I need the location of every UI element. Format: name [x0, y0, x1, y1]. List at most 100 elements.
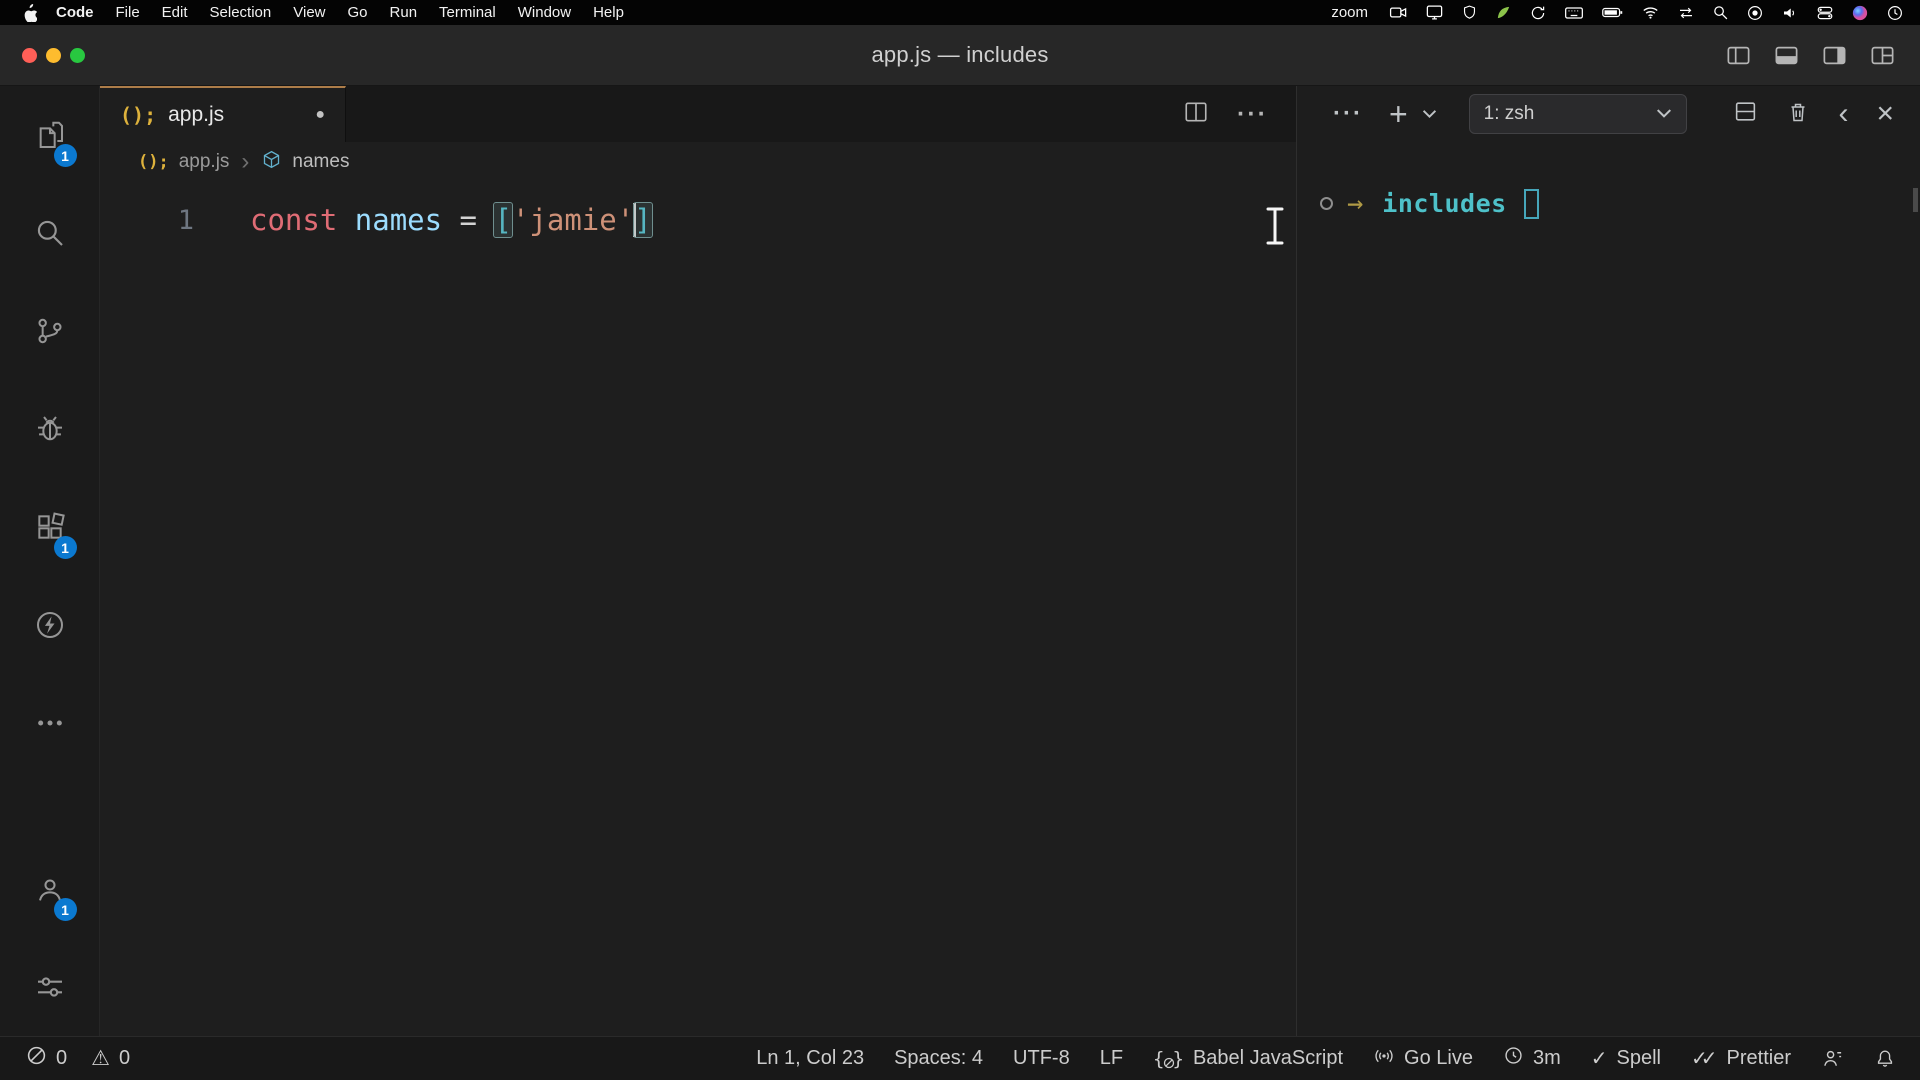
run-and-debug-icon[interactable]	[0, 380, 100, 478]
errors-status[interactable]: 0	[26, 1045, 67, 1072]
timer-status[interactable]: 3m	[1503, 1045, 1561, 1072]
code-token: ]	[634, 203, 651, 237]
breadcrumb-symbol[interactable]: names	[292, 151, 349, 173]
battery-icon[interactable]	[1601, 1, 1624, 24]
braces-icon: {}	[1153, 1048, 1184, 1070]
chevron-down-icon	[1656, 103, 1672, 125]
indentation-status[interactable]: Spaces: 4	[894, 1047, 983, 1070]
warnings-status[interactable]: ⚠ 0	[91, 1046, 130, 1071]
more-actions-icon[interactable]: ···	[1237, 100, 1268, 129]
breadcrumb-file-icon: ();	[138, 152, 169, 172]
new-terminal-dropdown-icon[interactable]	[1422, 109, 1437, 119]
menubar-status-area: zoom	[1331, 1, 1904, 24]
close-panel-icon[interactable]: ×	[1876, 99, 1894, 129]
modified-dot-icon[interactable]: ●	[315, 106, 325, 124]
toggle-primary-sidebar-icon[interactable]	[1725, 42, 1752, 69]
spotlight-icon[interactable]	[1712, 4, 1729, 21]
menu-selection[interactable]: Selection	[199, 4, 283, 21]
terminal-scrollbar[interactable]	[1913, 188, 1918, 212]
wifi-icon[interactable]	[1641, 3, 1660, 22]
breadcrumb-file[interactable]: app.js	[179, 151, 230, 173]
terminal-tabs-menu-icon[interactable]: ···	[1333, 100, 1363, 128]
line-number: 1	[100, 205, 210, 236]
go-live-label: Go Live	[1404, 1047, 1473, 1070]
error-circle-slash-icon	[26, 1045, 47, 1072]
new-terminal-icon[interactable]: +	[1389, 98, 1408, 130]
volume-icon[interactable]	[1781, 4, 1799, 22]
prompt-arrow-icon: →	[1347, 188, 1363, 219]
split-terminal-icon[interactable]	[1733, 99, 1758, 129]
menu-terminal[interactable]: Terminal	[428, 4, 507, 21]
cursor-position-status[interactable]: Ln 1, Col 23	[756, 1047, 864, 1070]
keyboard-icon[interactable]	[1564, 3, 1584, 23]
explorer-icon[interactable]: 1	[0, 86, 100, 184]
display-icon[interactable]	[1425, 3, 1444, 22]
breadcrumb-separator-icon: ›	[239, 150, 251, 174]
spell-status[interactable]: ✓ Spell	[1591, 1046, 1661, 1071]
apple-menu-icon[interactable]	[22, 4, 37, 22]
menu-window[interactable]: Window	[507, 4, 582, 21]
zoom-app-label[interactable]: zoom	[1331, 4, 1368, 21]
code-editor[interactable]: 1 const names = ['jamie']	[100, 182, 1296, 1036]
siri-icon[interactable]	[1851, 4, 1869, 22]
prettier-status[interactable]: ✓✓ Prettier	[1691, 1046, 1791, 1071]
minimize-window-button[interactable]	[46, 48, 61, 63]
go-live-status[interactable]: Go Live	[1373, 1045, 1473, 1073]
toggle-panel-icon[interactable]	[1773, 42, 1800, 69]
shield-icon[interactable]	[1461, 4, 1478, 21]
menu-code[interactable]: Code	[45, 4, 105, 21]
menu-go[interactable]: Go	[337, 4, 379, 21]
close-window-button[interactable]	[22, 48, 37, 63]
record-icon[interactable]	[1746, 4, 1764, 22]
tab-app-js[interactable]: (); app.js ●	[100, 86, 346, 142]
eol-status[interactable]: LF	[1100, 1047, 1123, 1070]
customize-layout-icon[interactable]	[1869, 42, 1896, 69]
code-token: [	[494, 203, 511, 237]
broadcast-icon	[1373, 1045, 1395, 1073]
warning-triangle-icon: ⚠	[91, 1046, 110, 1071]
source-control-icon[interactable]	[0, 282, 100, 380]
more-views-icon[interactable]	[0, 674, 100, 772]
split-editor-icon[interactable]	[1183, 99, 1209, 130]
symbol-cube-icon	[261, 149, 282, 176]
feedback-person-icon[interactable]	[1821, 1047, 1844, 1070]
accounts-icon[interactable]: 1	[0, 840, 100, 938]
notifications-bell-icon[interactable]	[1874, 1048, 1896, 1070]
titlebar-layout-controls	[1725, 42, 1920, 69]
menu-run[interactable]: Run	[379, 4, 429, 21]
video-icon[interactable]	[1389, 3, 1408, 22]
editor-group: (); app.js ● ··· (); app.js › names 1	[100, 86, 1296, 1036]
breadcrumb: (); app.js › names	[100, 142, 1296, 182]
menu-view[interactable]: View	[282, 4, 336, 21]
terminal-shell-dropdown[interactable]: 1: zsh	[1469, 94, 1687, 134]
menu-help[interactable]: Help	[582, 4, 635, 21]
menubar-menus: Code File Edit Selection View Go Run Ter…	[16, 4, 635, 22]
window-titlebar[interactable]: app.js — includes	[0, 25, 1920, 86]
leaf-icon[interactable]	[1495, 4, 1512, 21]
thunder-client-icon[interactable]	[0, 576, 100, 674]
clock-icon[interactable]	[1886, 4, 1904, 22]
encoding-status[interactable]: UTF-8	[1013, 1047, 1070, 1070]
menu-edit[interactable]: Edit	[151, 4, 199, 21]
zoom-window-button[interactable]	[70, 48, 85, 63]
extensions-icon[interactable]: 1	[0, 478, 100, 576]
spell-label: Spell	[1617, 1047, 1661, 1070]
terminal-cursor	[1524, 189, 1539, 219]
vscode-window: Code File Edit Selection View Go Run Ter…	[0, 0, 1920, 1080]
menu-file[interactable]: File	[105, 4, 151, 21]
toggle-secondary-sidebar-icon[interactable]	[1821, 42, 1848, 69]
control-center-icon[interactable]	[1816, 4, 1834, 22]
search-icon[interactable]	[0, 184, 100, 282]
time-machine-icon[interactable]	[1529, 4, 1547, 22]
chevron-left-icon[interactable]: ‹	[1838, 99, 1848, 129]
status-bar-left: 0 ⚠ 0	[26, 1045, 130, 1072]
code-line-text[interactable]: const names = ['jamie']	[210, 203, 652, 237]
settings-icon[interactable]	[0, 938, 100, 1036]
language-mode-status[interactable]: {} Babel JavaScript	[1153, 1047, 1343, 1070]
kill-terminal-icon[interactable]	[1786, 100, 1810, 129]
terminal-body[interactable]: → includes	[1297, 142, 1920, 1036]
editor-actions: ···	[1183, 86, 1296, 142]
code-token: =	[442, 203, 494, 237]
status-bar: 0 ⚠ 0 Ln 1, Col 23 Spaces: 4 UTF-8 LF {}…	[0, 1036, 1920, 1080]
switch-arrows-icon[interactable]	[1677, 4, 1695, 22]
